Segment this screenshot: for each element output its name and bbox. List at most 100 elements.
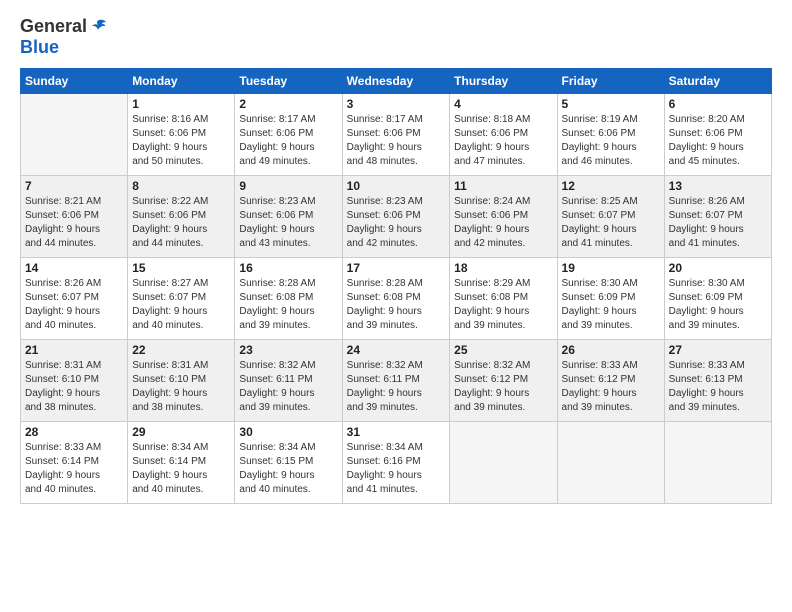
day-number: 18 xyxy=(454,261,552,275)
day-info: Sunrise: 8:23 AMSunset: 6:06 PMDaylight:… xyxy=(347,195,446,251)
calendar-header-wednesday: Wednesday xyxy=(342,69,450,94)
calendar-cell: 29 Sunrise: 8:34 AMSunset: 6:14 PMDayligh… xyxy=(128,422,235,504)
calendar-cell: 13Sunrise: 8:26 AMSunset: 6:07 PMDayligh… xyxy=(664,176,771,258)
day-number: 11 xyxy=(454,179,552,193)
calendar-header-saturday: Saturday xyxy=(664,69,771,94)
day-info: Sunrise: 8:32 AMSunset: 6:12 PMDaylight:… xyxy=(454,359,552,415)
calendar-cell: 7 Sunrise: 8:21 AMSunset: 6:06 PMDaylight… xyxy=(21,176,128,258)
logo: General Blue xyxy=(20,16,107,58)
day-number: 17 xyxy=(347,261,446,275)
logo-bird-icon xyxy=(89,18,107,36)
day-number: 29 xyxy=(132,425,230,439)
calendar-cell: 12 Sunrise: 8:25 AMSunset: 6:07 PMDayligh… xyxy=(557,176,664,258)
day-info: Sunrise: 8:31 AMSunset: 6:10 PMDaylight:… xyxy=(132,359,230,415)
day-info: Sunrise: 8:17 AMSunset: 6:06 PMDaylight:… xyxy=(347,113,446,169)
day-info: Sunrise: 8:29 AMSunset: 6:08 PMDaylight:… xyxy=(454,277,552,333)
calendar-cell: 4Sunrise: 8:18 AMSunset: 6:06 PMDaylight… xyxy=(450,94,557,176)
day-number: 27 xyxy=(669,343,767,357)
calendar-cell: 1Sunrise: 8:16 AMSunset: 6:06 PMDaylight… xyxy=(128,94,235,176)
day-info: Sunrise: 8:19 AMSunset: 6:06 PMDaylight:… xyxy=(562,113,660,169)
day-number: 19 xyxy=(562,261,660,275)
day-info: Sunrise: 8:33 AMSunset: 6:13 PMDaylight:… xyxy=(669,359,767,415)
calendar-cell: 25 Sunrise: 8:32 AMSunset: 6:12 PMDayligh… xyxy=(450,340,557,422)
calendar-cell: 23 Sunrise: 8:32 AMSunset: 6:11 PMDayligh… xyxy=(235,340,342,422)
calendar-cell: 24Sunrise: 8:32 AMSunset: 6:11 PMDayligh… xyxy=(342,340,450,422)
day-info: Sunrise: 8:34 AMSunset: 6:16 PMDaylight:… xyxy=(347,441,446,497)
calendar-cell: 14 Sunrise: 8:26 AMSunset: 6:07 PMDayligh… xyxy=(21,258,128,340)
logo-blue-text: Blue xyxy=(20,37,59,58)
day-info: Sunrise: 8:30 AMSunset: 6:09 PMDaylight:… xyxy=(562,277,660,333)
day-info: Sunrise: 8:33 AMSunset: 6:14 PMDaylight:… xyxy=(25,441,123,497)
day-info: Sunrise: 8:30 AMSunset: 6:09 PMDaylight:… xyxy=(669,277,767,333)
calendar-header-monday: Monday xyxy=(128,69,235,94)
day-number: 8 xyxy=(132,179,230,193)
calendar-cell: 11 Sunrise: 8:24 AMSunset: 6:06 PMDayligh… xyxy=(450,176,557,258)
calendar-header-tuesday: Tuesday xyxy=(235,69,342,94)
day-info: Sunrise: 8:33 AMSunset: 6:12 PMDaylight:… xyxy=(562,359,660,415)
calendar-cell xyxy=(450,422,557,504)
calendar-cell: 21Sunrise: 8:31 AMSunset: 6:10 PMDayligh… xyxy=(21,340,128,422)
day-info: Sunrise: 8:32 AMSunset: 6:11 PMDaylight:… xyxy=(239,359,337,415)
calendar-cell: 28 Sunrise: 8:33 AMSunset: 6:14 PMDayligh… xyxy=(21,422,128,504)
calendar-header-row: SundayMondayTuesdayWednesdayThursdayFrid… xyxy=(21,69,772,94)
calendar-week-row: 1Sunrise: 8:16 AMSunset: 6:06 PMDaylight… xyxy=(21,94,772,176)
calendar-cell: 17 Sunrise: 8:28 AMSunset: 6:08 PMDayligh… xyxy=(342,258,450,340)
day-number: 4 xyxy=(454,97,552,111)
day-number: 15 xyxy=(132,261,230,275)
day-number: 28 xyxy=(25,425,123,439)
day-number: 26 xyxy=(562,343,660,357)
calendar-table: SundayMondayTuesdayWednesdayThursdayFrid… xyxy=(20,68,772,504)
calendar-cell: 15 Sunrise: 8:27 AMSunset: 6:07 PMDayligh… xyxy=(128,258,235,340)
calendar-week-row: 28 Sunrise: 8:33 AMSunset: 6:14 PMDayligh… xyxy=(21,422,772,504)
day-number: 24 xyxy=(347,343,446,357)
calendar-cell: 18 Sunrise: 8:29 AMSunset: 6:08 PMDayligh… xyxy=(450,258,557,340)
calendar-week-row: 21Sunrise: 8:31 AMSunset: 6:10 PMDayligh… xyxy=(21,340,772,422)
day-number: 9 xyxy=(239,179,337,193)
calendar-header-thursday: Thursday xyxy=(450,69,557,94)
calendar-cell: 3Sunrise: 8:17 AMSunset: 6:06 PMDaylight… xyxy=(342,94,450,176)
calendar-header-friday: Friday xyxy=(557,69,664,94)
day-info: Sunrise: 8:34 AMSunset: 6:15 PMDaylight:… xyxy=(239,441,337,497)
calendar-cell: 19 Sunrise: 8:30 AMSunset: 6:09 PMDayligh… xyxy=(557,258,664,340)
day-number: 23 xyxy=(239,343,337,357)
day-number: 30 xyxy=(239,425,337,439)
calendar-cell: 26 Sunrise: 8:33 AMSunset: 6:12 PMDayligh… xyxy=(557,340,664,422)
calendar-cell xyxy=(557,422,664,504)
day-info: Sunrise: 8:25 AMSunset: 6:07 PMDaylight:… xyxy=(562,195,660,251)
calendar-cell: 10 Sunrise: 8:23 AMSunset: 6:06 PMDayligh… xyxy=(342,176,450,258)
day-info: Sunrise: 8:34 AMSunset: 6:14 PMDaylight:… xyxy=(132,441,230,497)
day-number: 12 xyxy=(562,179,660,193)
day-number: 10 xyxy=(347,179,446,193)
day-info: Sunrise: 8:28 AMSunset: 6:08 PMDaylight:… xyxy=(239,277,337,333)
calendar-cell: 16 Sunrise: 8:28 AMSunset: 6:08 PMDayligh… xyxy=(235,258,342,340)
calendar-cell: 22 Sunrise: 8:31 AMSunset: 6:10 PMDayligh… xyxy=(128,340,235,422)
page: General Blue SundayMondayTuesdayWednesda… xyxy=(0,0,792,612)
calendar-cell xyxy=(21,94,128,176)
day-number: 7 xyxy=(25,179,123,193)
day-info: Sunrise: 8:27 AMSunset: 6:07 PMDaylight:… xyxy=(132,277,230,333)
day-number: 20 xyxy=(669,261,767,275)
calendar-cell xyxy=(664,422,771,504)
calendar-cell: 20 Sunrise: 8:30 AMSunset: 6:09 PMDayligh… xyxy=(664,258,771,340)
day-number: 31 xyxy=(347,425,446,439)
day-info: Sunrise: 8:31 AMSunset: 6:10 PMDaylight:… xyxy=(25,359,123,415)
calendar-cell: 9Sunrise: 8:23 AMSunset: 6:06 PMDaylight… xyxy=(235,176,342,258)
logo-general-text: General xyxy=(20,16,87,37)
day-number: 22 xyxy=(132,343,230,357)
day-info: Sunrise: 8:22 AMSunset: 6:06 PMDaylight:… xyxy=(132,195,230,251)
header: General Blue xyxy=(20,16,772,58)
day-number: 16 xyxy=(239,261,337,275)
day-info: Sunrise: 8:26 AMSunset: 6:07 PMDaylight:… xyxy=(25,277,123,333)
day-info: Sunrise: 8:21 AMSunset: 6:06 PMDaylight:… xyxy=(25,195,123,251)
day-number: 14 xyxy=(25,261,123,275)
calendar-cell: 8 Sunrise: 8:22 AMSunset: 6:06 PMDaylight… xyxy=(128,176,235,258)
calendar-cell: 2Sunrise: 8:17 AMSunset: 6:06 PMDaylight… xyxy=(235,94,342,176)
day-info: Sunrise: 8:24 AMSunset: 6:06 PMDaylight:… xyxy=(454,195,552,251)
calendar-week-row: 14 Sunrise: 8:26 AMSunset: 6:07 PMDayligh… xyxy=(21,258,772,340)
calendar-cell: 30 Sunrise: 8:34 AMSunset: 6:15 PMDayligh… xyxy=(235,422,342,504)
day-number: 25 xyxy=(454,343,552,357)
day-info: Sunrise: 8:28 AMSunset: 6:08 PMDaylight:… xyxy=(347,277,446,333)
calendar-header-sunday: Sunday xyxy=(21,69,128,94)
calendar-cell: 31 Sunrise: 8:34 AMSunset: 6:16 PMDayligh… xyxy=(342,422,450,504)
day-info: Sunrise: 8:26 AMSunset: 6:07 PMDaylight:… xyxy=(669,195,767,251)
